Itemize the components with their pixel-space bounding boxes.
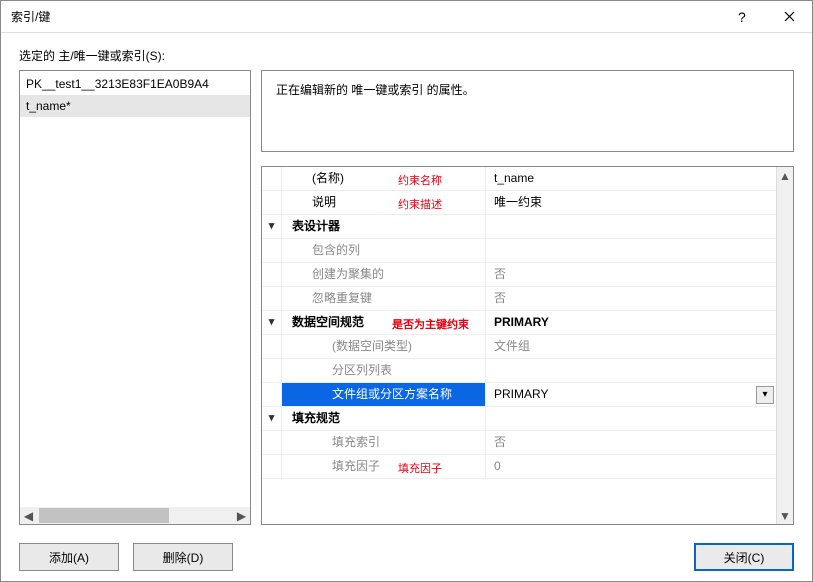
expand-toggle	[262, 287, 282, 311]
property-label: 填充规范	[282, 407, 486, 431]
help-button[interactable]: ?	[720, 1, 766, 33]
expand-toggle[interactable]: ▾	[262, 407, 282, 431]
expand-toggle	[262, 431, 282, 455]
list-item[interactable]: t_name*	[20, 95, 250, 117]
property-value	[486, 359, 776, 383]
expand-toggle	[262, 455, 282, 479]
property-row[interactable]: 文件组或分区方案名称PRIMARY▾	[262, 383, 776, 407]
property-label: 分区列列表	[282, 359, 486, 383]
property-value	[486, 239, 776, 263]
property-row[interactable]: 包含的列	[262, 239, 776, 263]
scroll-left-icon[interactable]: ◀	[20, 507, 37, 524]
dialog-window: 索引/键 ? 选定的 主/唯一键或索引(S): PK__test1__3213E…	[0, 0, 813, 582]
property-label: 忽略重复键	[282, 287, 486, 311]
expand-toggle	[262, 383, 282, 407]
chevron-down-icon[interactable]: ▾	[266, 221, 278, 232]
close-icon[interactable]	[766, 1, 812, 33]
property-value[interactable]: 唯一约束	[486, 191, 776, 215]
property-value: 否	[486, 263, 776, 287]
property-value[interactable]: PRIMARY	[486, 311, 776, 335]
property-label: (名称)约束名称	[282, 167, 486, 191]
property-value[interactable]: t_name	[486, 167, 776, 191]
property-row[interactable]: 填充因子填充因子0	[262, 455, 776, 479]
property-label: 说明约束描述	[282, 191, 486, 215]
titlebar: 索引/键 ?	[1, 1, 812, 33]
property-label: 填充索引	[282, 431, 486, 455]
vertical-scrollbar[interactable]: ▲ ▼	[776, 167, 793, 524]
property-label: 文件组或分区方案名称	[282, 383, 486, 407]
property-value[interactable]: PRIMARY▾	[486, 383, 776, 407]
add-button[interactable]: 添加(A)	[19, 543, 119, 571]
keys-listbox[interactable]: PK__test1__3213E83F1EA0B9A4t_name* ◀ ▶	[19, 70, 251, 525]
property-value: 否	[486, 287, 776, 311]
expand-toggle	[262, 239, 282, 263]
property-row[interactable]: 填充索引否	[262, 431, 776, 455]
annotation: 填充因子	[398, 458, 442, 481]
horizontal-scrollbar[interactable]: ◀ ▶	[20, 507, 250, 524]
scroll-right-icon[interactable]: ▶	[233, 507, 250, 524]
property-label: (数据空间类型)	[282, 335, 486, 359]
expand-toggle	[262, 359, 282, 383]
property-row[interactable]: (名称)约束名称t_name	[262, 167, 776, 191]
property-group[interactable]: ▾ 填充规范	[262, 407, 776, 431]
property-label: 表设计器	[282, 215, 486, 239]
property-label: 填充因子填充因子	[282, 455, 486, 479]
property-value[interactable]	[486, 215, 776, 239]
list-item[interactable]: PK__test1__3213E83F1EA0B9A4	[20, 73, 250, 95]
annotation: 是否为主键约束	[392, 314, 469, 337]
chevron-down-icon[interactable]: ▾	[266, 413, 278, 424]
property-label: 数据空间规范是否为主键约束	[282, 311, 486, 335]
selected-keys-label: 选定的 主/唯一键或索引(S):	[19, 47, 794, 64]
scroll-thumb[interactable]	[39, 508, 169, 523]
expand-toggle	[262, 191, 282, 215]
expand-toggle[interactable]: ▾	[262, 215, 282, 239]
property-row[interactable]: 忽略重复键否	[262, 287, 776, 311]
expand-toggle	[262, 167, 282, 191]
property-value: 0	[486, 455, 776, 479]
expand-toggle[interactable]: ▾	[262, 311, 282, 335]
scroll-up-icon[interactable]: ▲	[777, 167, 793, 184]
svg-text:?: ?	[738, 10, 746, 24]
property-label: 创建为聚集的	[282, 263, 486, 287]
property-label: 包含的列	[282, 239, 486, 263]
property-row[interactable]: (数据空间类型)文件组	[262, 335, 776, 359]
property-group[interactable]: ▾ 表设计器	[262, 215, 776, 239]
scroll-down-icon[interactable]: ▼	[777, 507, 793, 524]
property-row[interactable]: 创建为聚集的否	[262, 263, 776, 287]
close-button[interactable]: 关闭(C)	[694, 543, 794, 571]
property-row[interactable]: 说明约束描述唯一约束	[262, 191, 776, 215]
property-row[interactable]: 分区列列表	[262, 359, 776, 383]
annotation: 约束名称	[398, 170, 442, 193]
property-value[interactable]	[486, 407, 776, 431]
property-value: 文件组	[486, 335, 776, 359]
dropdown-button[interactable]: ▾	[756, 386, 774, 404]
delete-button[interactable]: 删除(D)	[133, 543, 233, 571]
property-group[interactable]: ▾ 数据空间规范是否为主键约束PRIMARY	[262, 311, 776, 335]
property-grid[interactable]: (名称)约束名称t_name说明约束描述唯一约束▾表设计器包含的列创建为聚集的否…	[261, 166, 794, 525]
chevron-down-icon[interactable]: ▾	[266, 317, 278, 328]
expand-toggle	[262, 335, 282, 359]
expand-toggle	[262, 263, 282, 287]
description-box: 正在编辑新的 唯一键或索引 的属性。	[261, 70, 794, 152]
dialog-title: 索引/键	[11, 8, 720, 25]
annotation: 约束描述	[398, 194, 442, 217]
property-value: 否	[486, 431, 776, 455]
